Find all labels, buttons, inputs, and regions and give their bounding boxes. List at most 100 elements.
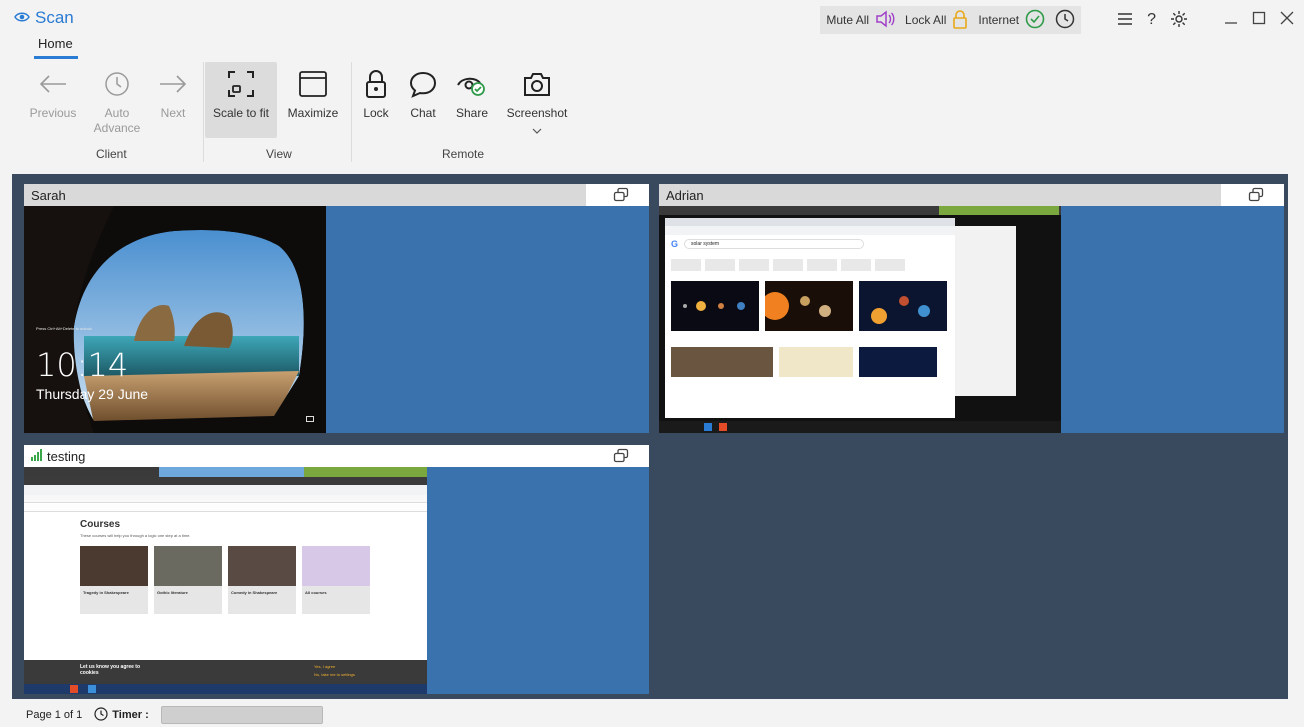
timer-label: Timer : (112, 709, 149, 721)
chat-button[interactable]: Chat (405, 66, 441, 121)
previous-button[interactable]: Previous (28, 66, 78, 121)
hamburger-menu-icon[interactable] (1117, 12, 1133, 29)
scale-to-fit-button[interactable]: Scale to fit (205, 62, 277, 138)
maximize-window-icon[interactable] (1252, 10, 1266, 31)
clock-icon (104, 66, 130, 102)
page-indicator: Page 1 of 1 (26, 709, 83, 721)
popout-icon[interactable] (1248, 187, 1264, 206)
close-icon[interactable] (1280, 10, 1294, 31)
course-image (154, 546, 222, 586)
courses-subtitle: These courses will help you through a lo… (80, 533, 191, 538)
course-image (80, 546, 148, 586)
lock-button[interactable]: Lock (358, 66, 394, 121)
title-bar: Scan Mute All Lock All Internet ? (0, 0, 1304, 40)
auto-advance-button[interactable]: Auto Advance (92, 66, 142, 136)
tile-name: Adrian (659, 184, 1221, 206)
windows-taskbar (24, 684, 427, 694)
update-banner (24, 504, 427, 512)
client-tile[interactable]: testing Courses These courses will help … (24, 445, 649, 694)
course-title: Comedy in Shakespeare (231, 590, 278, 595)
cookie-banner: Let us know you agree to cookies Yes, I … (24, 660, 427, 684)
client-tile[interactable]: Adrian G solar system (659, 184, 1284, 433)
course-title: Gothic literature (157, 590, 188, 595)
course-card: Comedy in Shakespeare (228, 546, 296, 614)
timer: Timer : (94, 706, 149, 724)
workspace: Sarah Press Ctrl+Alt+Delete to unlock. 1… (12, 174, 1288, 699)
chat-label: Chat (410, 106, 436, 120)
app-title-text: Scan (35, 8, 74, 27)
unlock-hint: Press Ctrl+Alt+Delete to unlock. (36, 326, 93, 331)
browser-address-bar (24, 485, 427, 495)
browser-address-bar (665, 226, 955, 235)
result-image (859, 347, 937, 377)
settings-gear-icon[interactable] (1170, 10, 1188, 31)
google-search-bar: G solar system (665, 235, 955, 253)
internet-status[interactable]: Internet (978, 9, 1045, 32)
camera-icon (522, 66, 552, 102)
separator (203, 62, 204, 162)
chevron-down-icon[interactable] (532, 123, 542, 137)
bookmarks-bar (24, 495, 427, 503)
popout-icon[interactable] (613, 448, 629, 467)
course-image (302, 546, 370, 586)
window-controls (1224, 10, 1294, 31)
mute-all-label: Mute All (826, 13, 870, 27)
google-logo: G (671, 239, 679, 249)
tile-header: Sarah (24, 184, 649, 206)
padlock-icon (364, 66, 388, 102)
padlock-icon (952, 9, 968, 32)
cookie-title: Let us know you agree to cookies (80, 664, 141, 676)
separator (351, 62, 352, 162)
tile-name: testing (47, 448, 86, 464)
lock-all-button[interactable]: Lock All (905, 9, 968, 32)
course-title: All courses (305, 590, 327, 595)
tile-name: Sarah (24, 184, 586, 206)
status-bar: Page 1 of 1 Timer : (0, 703, 1304, 727)
popout-icon[interactable] (613, 187, 629, 206)
app-taskbar-icon (88, 685, 96, 693)
image-chips (665, 253, 955, 277)
arrow-left-icon (38, 66, 68, 102)
courses-title: Courses (80, 519, 121, 530)
help-button[interactable]: ? (1147, 11, 1156, 29)
scale-to-fit-label: Scale to fit (212, 106, 270, 120)
menu-icons: ? (1117, 10, 1188, 31)
speaker-icon (875, 9, 895, 31)
result-image (859, 281, 947, 331)
ribbon: Previous Auto Advance Next Scale to fit … (10, 62, 1300, 167)
minimize-icon[interactable] (1224, 10, 1238, 31)
top-right-controls: Mute All Lock All Internet ? (820, 6, 1304, 34)
browser-tabs (24, 477, 427, 485)
client-tile[interactable]: Sarah Press Ctrl+Alt+Delete to unlock. 1… (24, 184, 649, 433)
image-results (665, 277, 955, 335)
screen-thumbnail[interactable]: Courses These courses will help you thro… (24, 467, 427, 694)
tab-home[interactable]: Home (38, 36, 73, 51)
course-card: Gothic literature (154, 546, 222, 614)
arrow-right-icon (158, 66, 188, 102)
course-card: Tragedy in Shakespeare (80, 546, 148, 614)
result-image (779, 347, 853, 377)
screenshot-label: Screenshot (506, 106, 568, 120)
check-circle-icon (1025, 9, 1045, 32)
tile-header: testing (24, 445, 649, 467)
tile-name-bar: testing (24, 445, 649, 467)
windows-taskbar (659, 421, 1061, 433)
previous-label: Previous (29, 106, 77, 120)
course-title: Tragedy in Shakespeare (83, 590, 129, 595)
group-label-view: View (266, 147, 292, 161)
share-label: Share (455, 106, 489, 120)
chat-bubble-icon (408, 66, 438, 102)
screen-thumbnail[interactable]: Press Ctrl+Alt+Delete to unlock. 10:14 T… (24, 206, 326, 433)
screen-thumbnail[interactable]: G solar system (659, 206, 1061, 433)
mute-all-button[interactable]: Mute All (826, 9, 895, 31)
maximize-button[interactable]: Maximize (282, 66, 344, 121)
remote-toolbar-icons (939, 206, 1059, 215)
course-cards: Tragedy in Shakespeare Gothic literature… (80, 546, 370, 614)
background-window (954, 226, 1016, 396)
share-button[interactable]: Share (452, 66, 492, 121)
lock-date: Thursday 29 June (36, 386, 149, 402)
group-label-client: Client (96, 147, 127, 161)
clock-icon[interactable] (1055, 9, 1075, 32)
screenshot-button[interactable]: Screenshot (504, 66, 570, 137)
next-button[interactable]: Next (150, 66, 196, 121)
